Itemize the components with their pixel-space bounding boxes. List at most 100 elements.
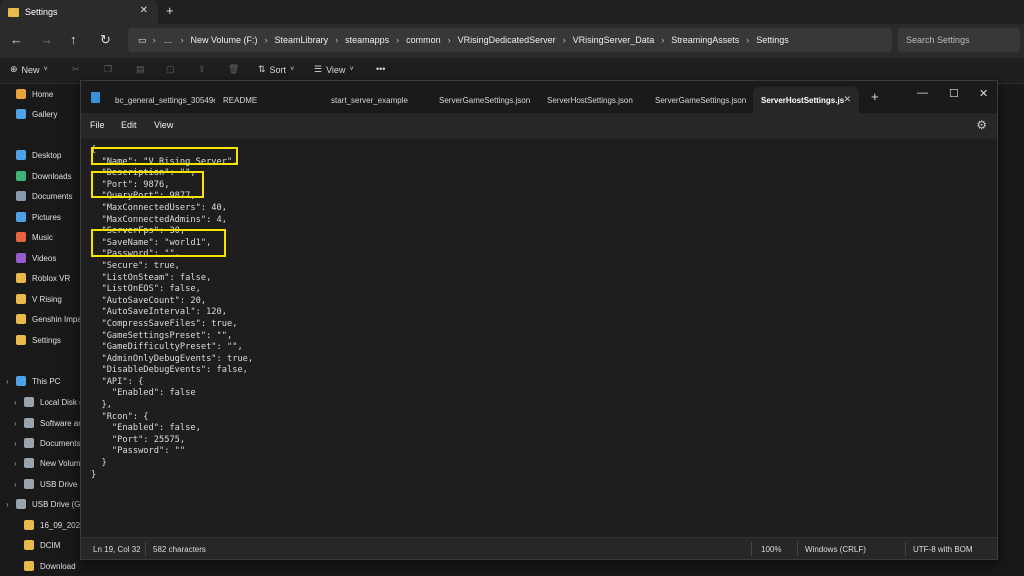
encoding[interactable]: UTF-8 with BOM <box>913 545 973 554</box>
sidebar-item[interactable]: › USB Drive (G:) <box>6 495 80 513</box>
breadcrumb-item[interactable]: SteamLibrary <box>275 35 329 45</box>
breadcrumb-item[interactable]: StreamingAssets <box>671 35 739 45</box>
rename-icon[interactable]: ▢ <box>166 64 175 75</box>
back-icon[interactable]: ← <box>10 32 23 47</box>
sidebar-item[interactable]: Downloads <box>6 167 80 185</box>
close-window-icon[interactable]: ✕ <box>979 87 988 100</box>
breadcrumb-item[interactable]: steamapps <box>345 35 389 45</box>
explorer-tab[interactable]: Settings ✕ <box>0 0 158 24</box>
forward-icon[interactable]: → <box>40 32 53 47</box>
close-tab-icon[interactable]: ✕ <box>843 94 851 105</box>
sidebar-item[interactable]: › Documents <box>14 434 80 452</box>
sidebar-item[interactable]: Music <box>6 228 80 246</box>
new-tab-icon[interactable]: + <box>871 89 879 104</box>
breadcrumb-item[interactable]: VRisingServer_Data <box>573 35 655 45</box>
chevron-right-icon[interactable]: › <box>14 459 24 468</box>
sidebar-item[interactable]: Settings <box>6 331 80 349</box>
minimize-icon[interactable]: — <box>917 87 928 99</box>
code-line: }, <box>91 400 112 411</box>
editor-tab[interactable]: bc_general_settings_30549e4... <box>107 87 215 113</box>
sidebar-item[interactable]: Documents <box>6 187 80 205</box>
more-paths-icon[interactable]: … <box>164 35 173 45</box>
address-bar[interactable]: ▭ › … › New Volume (F:) › SteamLibrary ›… <box>128 28 892 52</box>
sidebar-item[interactable]: Gallery <box>6 105 80 123</box>
editor-tab[interactable]: ServerGameSettings.json <box>431 87 539 113</box>
sidebar-item-label: Pictures <box>32 212 61 222</box>
more-options-button[interactable]: ••• <box>376 64 385 74</box>
editor-tab[interactable]: ServerHostSettings.json <box>539 87 647 113</box>
sidebar-item-label: Documents <box>32 191 73 201</box>
sidebar-item-label: Videos <box>32 253 57 263</box>
desktop-icon <box>16 150 26 160</box>
paste-icon[interactable]: ▤ <box>136 64 145 75</box>
gear-icon[interactable]: ⚙ <box>976 118 987 132</box>
refresh-icon[interactable]: ↻ <box>100 32 111 48</box>
sidebar-item-label: New Volume <box>40 458 80 468</box>
chevron-right-icon[interactable]: › <box>6 377 16 386</box>
disk-icon <box>24 418 34 428</box>
sidebar-item[interactable]: V Rising <box>6 290 80 308</box>
sidebar-item[interactable]: › Software and <box>14 414 80 432</box>
sidebar-item-label: Music <box>32 232 53 242</box>
folder-icon <box>24 540 34 550</box>
text-editor-area[interactable]: { "Name": "V Rising Server", "Descriptio… <box>81 139 997 537</box>
notepad-app-icon <box>91 92 100 103</box>
view-button[interactable]: ☰ View ˅ <box>314 64 354 75</box>
menu-file[interactable]: File <box>90 120 105 130</box>
editor-tab[interactable]: start_server_example <box>323 87 431 113</box>
maximize-icon[interactable]: ☐ <box>949 87 959 100</box>
close-tab-icon[interactable]: ✕ <box>140 5 148 16</box>
editor-tab[interactable]: README <box>215 87 323 113</box>
new-tab-icon[interactable]: + <box>166 3 174 18</box>
line-ending[interactable]: Windows (CRLF) <box>805 545 866 554</box>
chevron-right-icon[interactable]: › <box>14 398 24 407</box>
cut-icon[interactable]: ✂ <box>72 64 80 75</box>
monitor-icon: ▭ <box>138 34 147 45</box>
sidebar-item[interactable]: Pictures <box>6 208 80 226</box>
breadcrumb-item[interactable]: New Volume (F:) <box>191 35 258 45</box>
zoom-level[interactable]: 100% <box>761 545 781 554</box>
editor-statusbar: Ln 19, Col 32 582 characters 100% Window… <box>81 537 997 559</box>
sidebar-item[interactable]: Download <box>14 557 80 575</box>
up-icon[interactable]: ↑ <box>70 32 77 47</box>
breadcrumb-item[interactable]: common <box>406 35 441 45</box>
code-line: "ServerFps": 30, <box>91 226 186 237</box>
code-line: "DisableDebugEvents": false, <box>91 365 248 376</box>
breadcrumb-item[interactable]: Settings <box>756 35 789 45</box>
chevron-right-icon[interactable]: › <box>14 480 24 489</box>
new-button[interactable]: ⊕ New ˅ <box>10 64 48 75</box>
sidebar-item[interactable]: Home <box>6 85 80 103</box>
disk-icon <box>24 458 34 468</box>
breadcrumb-item[interactable]: VRisingDedicatedServer <box>458 35 556 45</box>
sidebar-item-label: V Rising <box>32 294 62 304</box>
home-icon <box>16 89 26 99</box>
sidebar-item[interactable]: Roblox VR <box>6 269 80 287</box>
sidebar-item[interactable]: 16_09_2023 <box>14 516 80 534</box>
editor-tab-active[interactable]: ServerHostSettings.js ✕ <box>753 87 859 113</box>
sidebar-item[interactable]: DCIM <box>14 536 80 554</box>
chevron-right-icon[interactable]: › <box>14 439 24 448</box>
sidebar-item[interactable]: Videos <box>6 249 80 267</box>
menu-view[interactable]: View <box>154 120 173 130</box>
sidebar-item[interactable]: › Local Disk (C <box>14 393 80 411</box>
sidebar-item[interactable]: › This PC <box>6 372 80 390</box>
menu-edit[interactable]: Edit <box>121 120 137 130</box>
sidebar-item-label: USB Drive (G: <box>40 479 80 489</box>
sort-button[interactable]: ⇅ Sort ˅ <box>258 64 294 75</box>
copy-icon[interactable]: ❐ <box>104 64 112 75</box>
sidebar-item[interactable]: › New Volume <box>14 454 80 472</box>
editor-tab-label: bc_general_settings_30549e4... <box>115 95 215 105</box>
chevron-right-icon[interactable]: › <box>6 500 16 509</box>
chevron-down-icon: ˅ <box>349 66 354 73</box>
sidebar-item[interactable]: Desktop <box>6 146 80 164</box>
sidebar-item[interactable]: Genshin Impa <box>6 310 80 328</box>
search-input[interactable]: Search Settings <box>898 28 1020 52</box>
chevron-right-icon: › <box>661 35 665 45</box>
chevron-right-icon[interactable]: › <box>14 419 24 428</box>
editor-tab-label: ServerGameSettings.json <box>439 95 531 105</box>
code-line: "Description": "", <box>91 168 196 179</box>
share-icon[interactable]: ⇪ <box>198 64 206 75</box>
sidebar-item[interactable]: › USB Drive (G: <box>14 475 80 493</box>
delete-icon[interactable]: 🗑 <box>228 64 239 75</box>
editor-tab[interactable]: ServerGameSettings.json <box>647 87 753 113</box>
